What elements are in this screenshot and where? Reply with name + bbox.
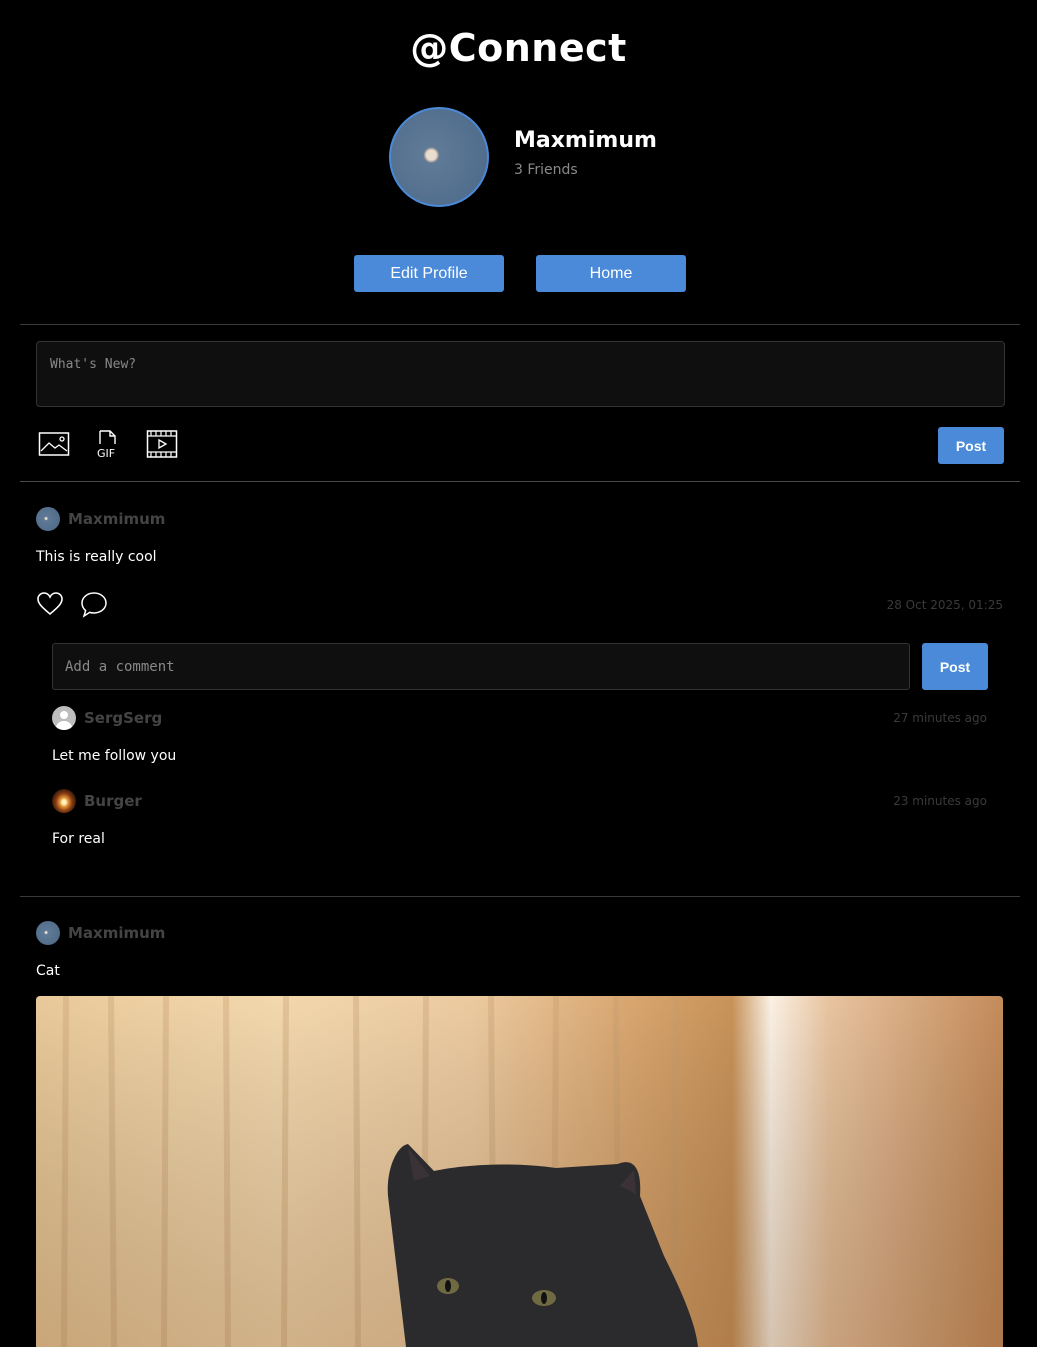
comment-text: For real <box>52 831 105 847</box>
svg-text:GIF: GIF <box>97 447 115 459</box>
profile-avatar[interactable] <box>389 107 489 207</box>
comment-author-row: Burger <box>52 789 142 813</box>
profile-actions: Edit Profile Home <box>354 255 686 292</box>
avatar[interactable] <box>52 706 76 730</box>
post-image[interactable] <box>36 996 1003 1347</box>
profile-header: Maxmimum 3 Friends <box>389 107 657 207</box>
post-author-row: Maxmimum <box>36 507 165 531</box>
avatar[interactable] <box>52 789 76 813</box>
home-button[interactable]: Home <box>536 255 686 292</box>
divider <box>20 481 1020 482</box>
friends-count[interactable]: 3 Friends <box>514 162 657 178</box>
image-icon[interactable] <box>38 429 70 459</box>
comment-author-row: SergSerg <box>52 706 162 730</box>
comment-author[interactable]: Burger <box>84 792 142 810</box>
post-text: Cat <box>36 963 60 979</box>
comment-icon[interactable] <box>80 590 108 618</box>
edit-profile-button[interactable]: Edit Profile <box>354 255 504 292</box>
avatar[interactable] <box>36 507 60 531</box>
comment-author[interactable]: SergSerg <box>84 709 162 727</box>
gif-icon[interactable]: GIF <box>92 429 124 460</box>
comment-input[interactable] <box>52 643 910 690</box>
comment-post-button[interactable]: Post <box>922 643 988 690</box>
post-author[interactable]: Maxmimum <box>68 510 165 528</box>
profile-name: Maxmimum <box>514 128 657 153</box>
video-icon[interactable] <box>146 429 178 459</box>
profile-info: Maxmimum 3 Friends <box>514 128 657 178</box>
avatar[interactable] <box>36 921 60 945</box>
app-title: @Connect <box>410 26 627 70</box>
create-post-button[interactable]: Post <box>938 427 1004 464</box>
compose-input[interactable] <box>36 341 1005 407</box>
comment-timestamp: 27 minutes ago <box>893 711 987 725</box>
media-toolbar: GIF <box>38 429 178 460</box>
heart-icon[interactable] <box>36 590 64 618</box>
post-author-row: Maxmimum <box>36 921 165 945</box>
divider <box>20 324 1020 325</box>
post-timestamp: 28 Oct 2025, 01:25 <box>886 598 1003 612</box>
post-actions <box>36 590 108 618</box>
post-text: This is really cool <box>36 549 157 565</box>
divider <box>20 896 1020 897</box>
comment-timestamp: 23 minutes ago <box>893 794 987 808</box>
comment-text: Let me follow you <box>52 748 177 764</box>
post-author[interactable]: Maxmimum <box>68 924 165 942</box>
